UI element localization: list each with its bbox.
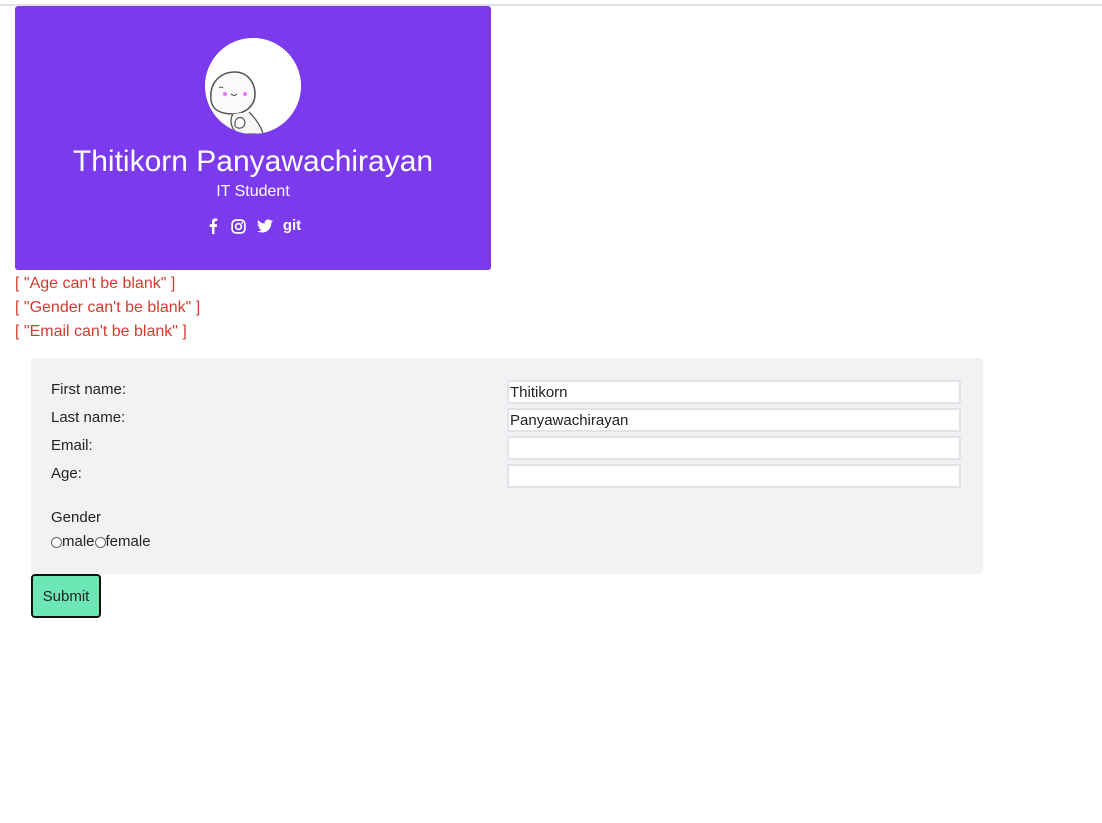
age-input[interactable] xyxy=(507,464,961,488)
email-label: Email: xyxy=(51,437,93,454)
gender-label: Gender xyxy=(51,509,102,526)
avatar xyxy=(205,38,301,134)
last-name-input[interactable] xyxy=(507,408,961,432)
age-row: Age: xyxy=(51,462,963,490)
last-name-row: Last name: xyxy=(51,406,963,434)
error-message-email: [ "Email can't be blank" ] xyxy=(15,323,187,340)
gender-options: male female xyxy=(51,532,151,552)
twitter-icon[interactable] xyxy=(256,216,273,236)
profile-card: Thitikorn Panyawachirayan IT Student git xyxy=(15,6,491,270)
instagram-icon[interactable] xyxy=(231,216,247,236)
error-list: [ "Age can't be blank" ] [ "Gender can't… xyxy=(15,272,200,344)
age-label: Age: xyxy=(51,465,82,482)
first-name-input[interactable] xyxy=(507,380,961,404)
first-name-row: First name: xyxy=(51,378,963,406)
error-message-gender: [ "Gender can't be blank" ] xyxy=(15,299,201,316)
facebook-icon[interactable] xyxy=(205,216,221,236)
last-name-label: Last name: xyxy=(51,409,126,426)
gender-female-radio[interactable] xyxy=(94,536,106,548)
email-row: Email: xyxy=(51,434,963,462)
profile-name: Thitikorn Panyawachirayan xyxy=(72,145,434,178)
social-links: git xyxy=(15,216,491,236)
profile-role: IT Student xyxy=(216,183,290,200)
gender-male-radio[interactable] xyxy=(51,536,62,548)
user-form: First name: Last name: Email: Age: Gende… xyxy=(31,358,983,574)
gender-female-label[interactable]: female xyxy=(106,532,151,552)
error-message-age: [ "Age can't be blank" ] xyxy=(15,275,176,292)
email-input[interactable] xyxy=(507,436,961,460)
git-icon[interactable]: git xyxy=(283,216,301,236)
submit-button[interactable]: Submit xyxy=(31,574,101,618)
first-name-label: First name: xyxy=(51,381,127,398)
gender-male-label[interactable]: male xyxy=(62,532,95,552)
